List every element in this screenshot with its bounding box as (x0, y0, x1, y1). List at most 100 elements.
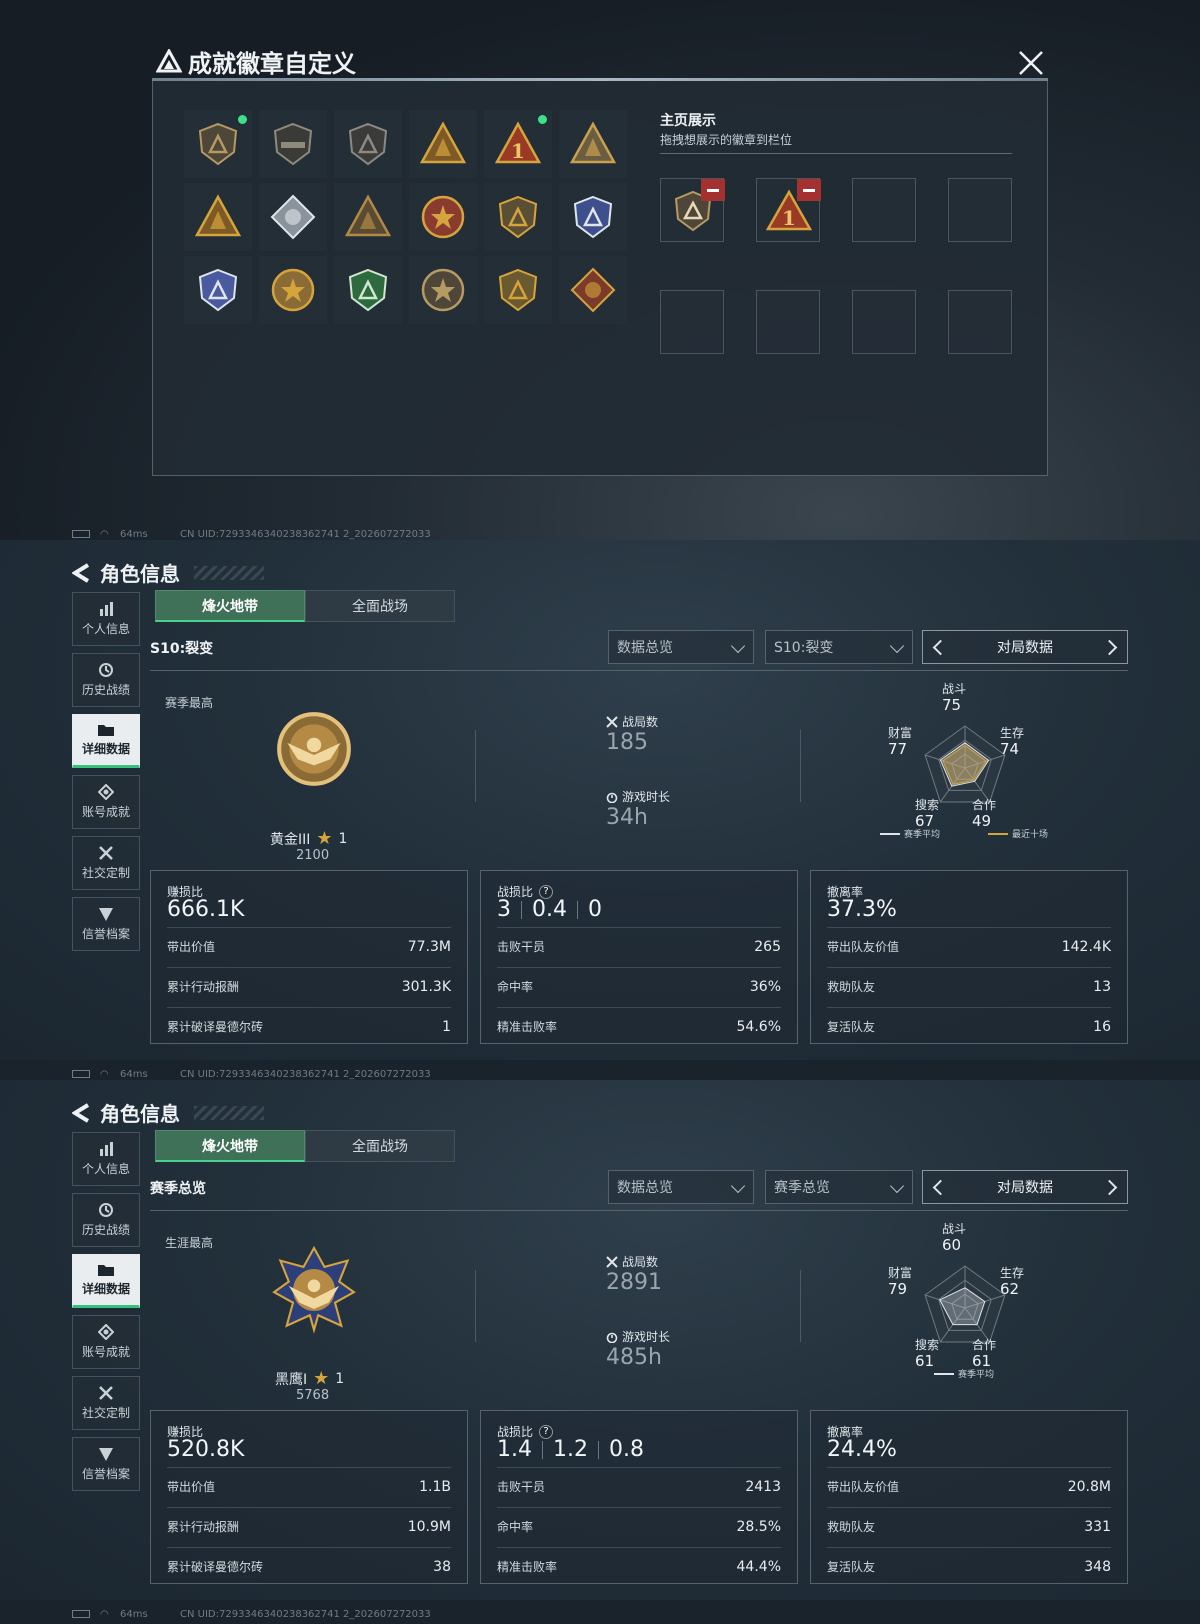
achievement-badge-icon (419, 121, 467, 164)
folder-icon (97, 1263, 115, 1277)
radar-value-survive: 74 (1000, 740, 1020, 758)
showcase-slot-7[interactable] (852, 290, 916, 354)
badge-slot[interactable] (259, 183, 327, 251)
showcase-slot-3[interactable] (852, 178, 916, 242)
radar-label-wealth: 财富 (888, 726, 913, 740)
chevron-left-icon[interactable] (932, 639, 949, 656)
kd-values: 3 0.4 0 (497, 897, 602, 922)
badge-slot[interactable] (259, 110, 327, 178)
badge-slot[interactable] (559, 256, 627, 324)
tab-battlefield[interactable]: 全面战场 (305, 590, 455, 622)
badge-slot[interactable] (334, 110, 402, 178)
stat-row: 精准击败率 44.4% (497, 1547, 781, 1585)
stat-row: 击败干员 2413 (497, 1467, 781, 1505)
badge-slot[interactable] (259, 256, 327, 324)
achievement-badge-icon (344, 194, 392, 237)
rank-score: 5768 (296, 1388, 330, 1403)
match-data-pager[interactable]: 对局数据 (922, 630, 1128, 664)
badge-customize-screen: 成就徽章自定义 主页展示 拖拽想展示的徽章到栏位 1 1 (0, 0, 1200, 540)
stat-row: 救助队友 13 (827, 967, 1111, 1005)
season-dropdown[interactable]: S10:裂变 (765, 630, 913, 664)
chevron-right-icon[interactable] (1101, 639, 1118, 656)
achievement-badge-icon (348, 122, 388, 166)
stat-row: 复活队友 16 (827, 1007, 1111, 1045)
stat-row: 击败干员 265 (497, 927, 781, 965)
bar-chart-icon (98, 601, 114, 617)
radar-value-survive: 62 (1000, 1280, 1020, 1298)
sidebar-item-history-records[interactable]: 历史战绩 (72, 1193, 140, 1247)
badge-slot[interactable] (409, 256, 477, 324)
badge-slot[interactable] (409, 183, 477, 251)
tab-zone[interactable]: 烽火地带 (155, 1130, 305, 1162)
close-icon[interactable] (1018, 50, 1044, 76)
kd-values: 1.4 1.2 0.8 (497, 1437, 644, 1462)
remove-badge-button[interactable] (797, 179, 821, 201)
season-dropdown[interactable]: 赛季总览 (765, 1170, 913, 1204)
chevron-right-icon[interactable] (1101, 1179, 1118, 1196)
badge-slot[interactable] (484, 183, 552, 251)
badge-slot[interactable] (409, 110, 477, 178)
badge-slot[interactable] (184, 256, 252, 324)
sidebar-item-personal-info[interactable]: 个人信息 (72, 1132, 140, 1186)
clock-icon (98, 1202, 114, 1218)
radar-label-wealth: 财富 (888, 1266, 913, 1280)
legend-recent: 最近十场 (988, 827, 1048, 840)
stats-box1: 赚损比 520.8K 带出价值 1.1B 累计行动报酬 10.9M 累计破译曼德尔砖 38 (150, 1410, 468, 1584)
achievement-badge-icon (421, 268, 465, 312)
playtime-value: 34h (606, 805, 648, 830)
back-button[interactable]: 角色信息 (72, 1098, 264, 1127)
showcase-slot-1[interactable] (660, 178, 725, 242)
badge-slot[interactable] (484, 256, 552, 324)
tab-battlefield[interactable]: 全面战场 (305, 1130, 455, 1162)
sidebar-item-social-customize[interactable]: 社交定制 (72, 836, 140, 890)
sidebar-item-detailed-data[interactable]: 详细数据 (72, 714, 140, 768)
stat-row: 精准击败率 54.6% (497, 1007, 781, 1045)
data-type-dropdown[interactable]: 数据总览 (608, 1170, 754, 1204)
showcase-slot-2[interactable]: 1 (756, 178, 821, 242)
radar-label-coop: 合作 (972, 798, 997, 812)
stat-row: 带出价值 77.3M (167, 927, 451, 965)
achievement-badge-icon (194, 194, 242, 237)
badge-slot[interactable] (334, 183, 402, 251)
section-title: 赛季总览 (150, 1181, 206, 1197)
clock-icon (98, 662, 114, 678)
showcase-slot-8[interactable] (948, 290, 1012, 354)
badge-slot[interactable] (559, 110, 627, 178)
sidebar-item-detailed-data[interactable]: 详细数据 (72, 1254, 140, 1308)
chevron-down-icon (730, 1178, 746, 1194)
box3-value: 37.3% (827, 897, 897, 922)
stat-row: 带出价值 1.1B (167, 1467, 451, 1505)
stats-box1: 赚损比 666.1K 带出价值 77.3M 累计行动报酬 301.3K 累计破译曼德尔砖 1 (150, 870, 468, 1044)
badge-slot[interactable] (334, 256, 402, 324)
match-data-pager[interactable]: 对局数据 (922, 1170, 1128, 1204)
sidebar-item-history-records[interactable]: 历史战绩 (72, 653, 140, 707)
sidebar-item-reputation-file[interactable]: 信誉档案 (72, 1437, 140, 1491)
star-icon: ★ (313, 1368, 330, 1389)
crossed-swords-icon (606, 1255, 618, 1268)
sidebar-item-personal-info[interactable]: 个人信息 (72, 592, 140, 646)
radar-label-search: 搜索 (915, 798, 940, 812)
divider (660, 153, 1012, 154)
showcase-slot-5[interactable] (660, 290, 724, 354)
sidebar-item-account-achievements[interactable]: 账号成就 (72, 775, 140, 829)
matches-value: 2891 (606, 1270, 662, 1295)
badge-slot[interactable] (184, 110, 252, 178)
achievement-badge-icon (273, 122, 313, 166)
showcase-slot-4[interactable] (948, 178, 1012, 242)
wifi-icon: ◠ (100, 1608, 109, 1620)
badge-slot[interactable] (184, 183, 252, 251)
sidebar-item-account-achievements[interactable]: 账号成就 (72, 1315, 140, 1369)
chevron-left-icon[interactable] (932, 1179, 949, 1196)
sidebar-item-social-customize[interactable]: 社交定制 (72, 1376, 140, 1430)
badge-slot[interactable] (559, 183, 627, 251)
remove-badge-button[interactable] (701, 179, 725, 201)
sidebar-item-reputation-file[interactable]: 信誉档案 (72, 897, 140, 951)
mode-tabs: 烽火地带 全面战场 (155, 1130, 455, 1162)
radar-label-search: 搜索 (915, 1338, 940, 1352)
tab-zone[interactable]: 烽火地带 (155, 590, 305, 622)
showcase-slot-6[interactable] (756, 290, 820, 354)
badge-slot[interactable]: 1 (484, 110, 552, 178)
achievement-badge-icon (271, 268, 315, 312)
back-button[interactable]: 角色信息 (72, 558, 264, 587)
data-type-dropdown[interactable]: 数据总览 (608, 630, 754, 664)
